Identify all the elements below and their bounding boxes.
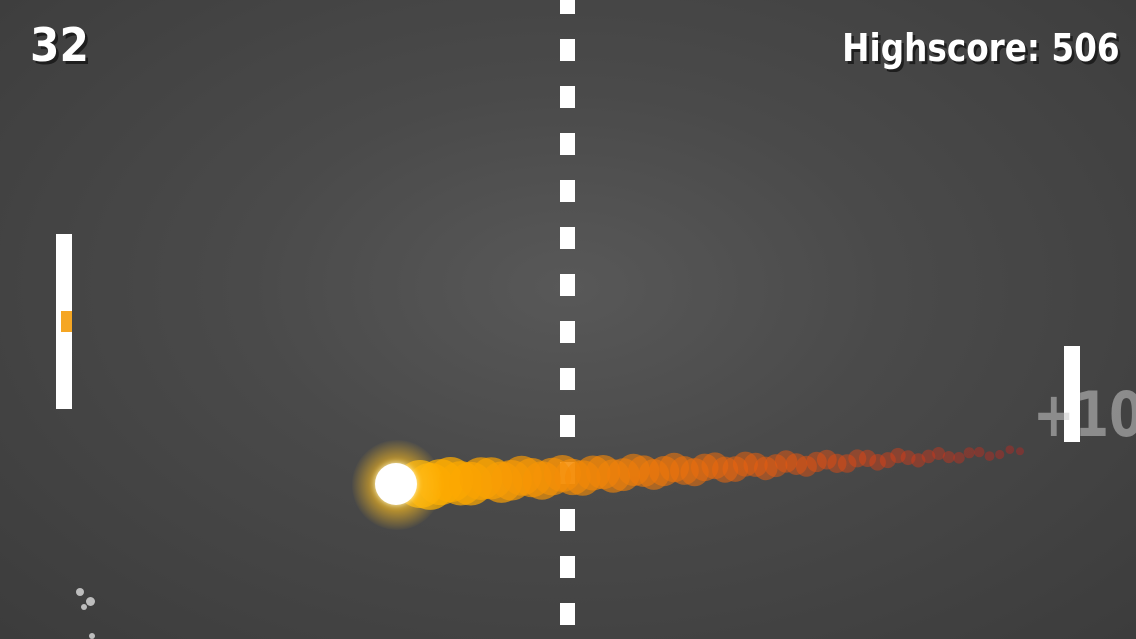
points-popup: +10	[1033, 378, 1136, 451]
current-score: 32	[30, 18, 89, 72]
debris-particle	[76, 588, 84, 596]
trail-particle	[984, 451, 995, 461]
trail-particle	[995, 449, 1005, 460]
trail-particle	[963, 447, 975, 459]
ball	[375, 463, 417, 505]
paddle-hit-marker	[61, 311, 72, 332]
trail-particles	[396, 445, 1024, 510]
trail-particle	[953, 452, 965, 464]
trail-particle	[1005, 445, 1015, 455]
debris-particle	[89, 633, 95, 639]
trail-particle	[1016, 447, 1024, 456]
debris-particle	[86, 597, 95, 606]
trail-particle	[974, 446, 985, 458]
highscore-label: Highscore: 506	[842, 26, 1120, 70]
ball-trail	[396, 445, 1024, 510]
debris-particle	[81, 604, 87, 610]
trail-particle	[942, 451, 955, 464]
